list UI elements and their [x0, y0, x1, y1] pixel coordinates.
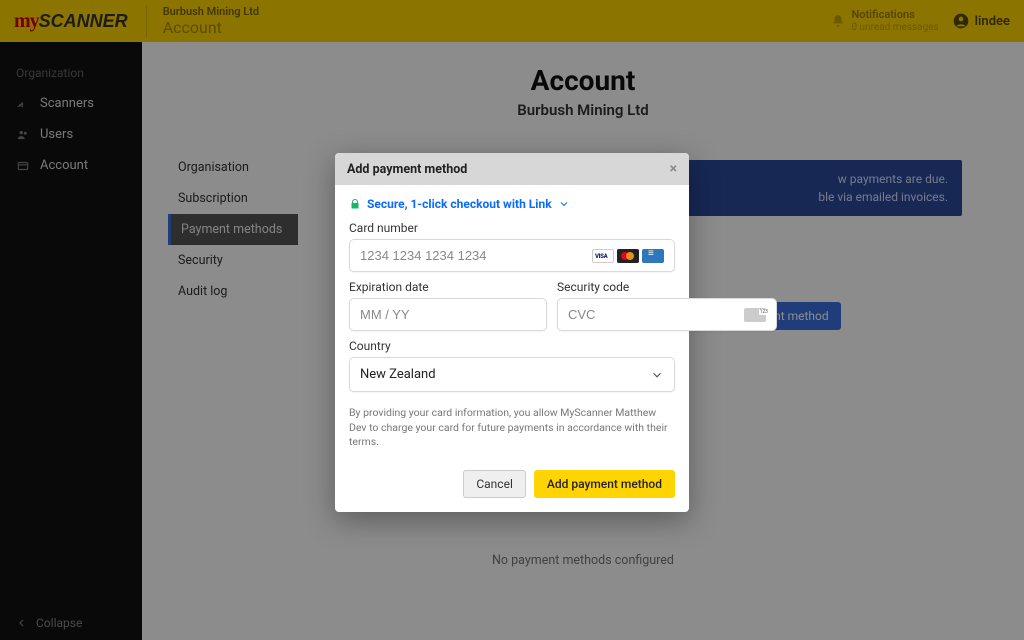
lock-icon — [349, 198, 361, 210]
cancel-button[interactable]: Cancel — [463, 470, 526, 498]
country-value: New Zealand — [360, 367, 436, 382]
disclaimer-text: By providing your card information, you … — [349, 406, 675, 450]
cvc-card-icon — [744, 308, 766, 322]
modal-header: Add payment method × — [335, 153, 689, 185]
chevron-down-icon — [650, 368, 664, 382]
country-select[interactable]: New Zealand — [349, 357, 675, 392]
secure-link[interactable]: Secure, 1-click checkout with Link — [349, 197, 675, 211]
modal-title: Add payment method — [347, 162, 467, 177]
card-number-input[interactable] — [360, 248, 592, 263]
visa-icon — [592, 249, 614, 263]
mastercard-icon — [617, 249, 639, 263]
card-number-input-wrap — [349, 239, 675, 272]
expiration-input[interactable] — [360, 307, 536, 322]
amex-icon — [642, 249, 664, 263]
modal-footer: Cancel Add payment method — [335, 460, 689, 512]
cvc-label: Security code — [557, 280, 777, 294]
cvc-input[interactable] — [568, 307, 744, 322]
card-brand-icons — [592, 249, 664, 263]
secure-link-text: Secure, 1-click checkout with Link — [367, 197, 552, 211]
country-label: Country — [349, 339, 675, 353]
chevron-down-icon — [558, 198, 570, 210]
add-payment-modal: Add payment method × Secure, 1-click che… — [335, 153, 689, 512]
card-number-label: Card number — [349, 221, 675, 235]
cvc-input-wrap — [557, 298, 777, 331]
close-icon[interactable]: × — [670, 161, 677, 177]
expiration-label: Expiration date — [349, 280, 547, 294]
add-payment-method-button[interactable]: Add payment method — [534, 470, 675, 498]
expiration-input-wrap — [349, 298, 547, 331]
